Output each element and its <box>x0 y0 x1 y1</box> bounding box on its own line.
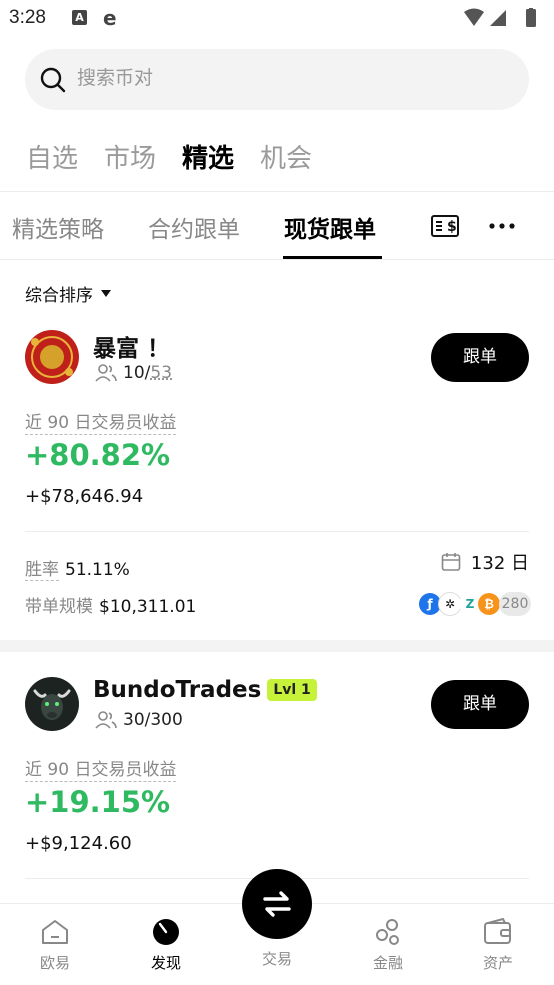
pnl-amount: +$78,646.94 <box>25 486 143 507</box>
finance-icon <box>373 918 403 946</box>
home-icon <box>40 918 70 946</box>
search-bar[interactable] <box>25 49 529 110</box>
follower-value: 30/300 <box>123 710 183 730</box>
coin-count: 280 <box>499 592 531 616</box>
users-icon <box>95 363 117 383</box>
level-badge: Lvl 1 <box>267 679 316 701</box>
users-icon <box>95 710 117 730</box>
follower-count: 30/300 <box>95 710 183 730</box>
status-time: 3:28 <box>9 7 46 29</box>
win-rate-value: 51.11% <box>65 560 130 580</box>
nav-assets-label: 资产 <box>458 952 538 973</box>
more-icon[interactable] <box>489 222 515 230</box>
swap-icon <box>259 886 295 922</box>
pnl-label: 近 90 日交易员收益 <box>25 408 176 435</box>
browser-notification-icon: e <box>103 6 117 30</box>
sort-dropdown[interactable]: 综合排序 <box>25 281 111 306</box>
trade-button[interactable] <box>242 869 312 939</box>
sort-label: 综合排序 <box>25 281 93 306</box>
bitcoin-coin-icon: ₿ <box>478 593 500 615</box>
wifi-signal-battery-icons <box>462 8 542 28</box>
aum: 带单规模 $10,311.01 <box>25 592 196 617</box>
avatar <box>25 330 79 384</box>
cash-icon[interactable]: $ <box>431 215 459 237</box>
pnl-label: 近 90 日交易员收益 <box>25 755 176 782</box>
nav-finance-label: 金融 <box>348 952 428 973</box>
pnl-percent: +19.15% <box>25 785 170 819</box>
nav-discover-label: 发现 <box>126 952 206 973</box>
nav-discover[interactable]: 发现 <box>126 918 206 973</box>
copy-trade-button[interactable]: 跟单 <box>431 333 529 382</box>
trading-days-value: 132 日 <box>471 549 529 575</box>
divider <box>0 191 554 192</box>
card-separator <box>0 640 554 652</box>
search-input[interactable] <box>77 67 477 89</box>
discover-icon <box>151 918 181 946</box>
aum-value: $10,311.01 <box>99 597 196 617</box>
trader-name[interactable]: BundoTrades <box>93 677 261 703</box>
wallet-icon <box>483 918 513 946</box>
nav-trade-label: 交易 <box>237 948 317 969</box>
nav-home[interactable]: 欧易 <box>15 918 95 973</box>
search-icon <box>39 66 67 94</box>
copy-trade-button[interactable]: 跟单 <box>431 680 529 729</box>
notification-a-icon: A <box>72 10 87 25</box>
calendar-icon <box>441 552 461 572</box>
follower-max: 53 <box>150 363 172 383</box>
pnl-percent: +80.82% <box>25 438 170 472</box>
follower-current: 10 <box>123 363 145 383</box>
pnl-amount: +$9,124.60 <box>25 833 132 854</box>
follower-count: 10/53 <box>95 363 172 383</box>
divider <box>0 259 554 260</box>
tab-futures-copy[interactable]: 合约跟单 <box>148 210 240 244</box>
tab-opportunities[interactable]: 机会 <box>260 138 312 175</box>
divider <box>25 531 529 532</box>
nav-home-label: 欧易 <box>15 952 95 973</box>
trader-name[interactable]: 暴富 ！ <box>93 329 170 363</box>
tab-featured[interactable]: 精选 <box>182 138 234 175</box>
tab-featured-strategies[interactable]: 精选策略 <box>12 210 104 244</box>
win-rate: 胜率 51.11% <box>25 555 130 580</box>
nav-assets[interactable]: 资产 <box>458 918 538 973</box>
tab-watchlist[interactable]: 自选 <box>26 138 78 175</box>
main-tabs: 自选 市场 精选 机会 <box>26 138 312 175</box>
svg-text:$: $ <box>447 219 457 235</box>
status-bar: 3:28 A e <box>0 0 554 36</box>
avatar <box>25 677 79 731</box>
win-rate-label: 胜率 <box>25 560 59 581</box>
trader-name-row: BundoTrades Lvl 1 <box>93 677 317 703</box>
trading-days: 132 日 <box>441 549 529 575</box>
tab-spot-copy[interactable]: 现货跟单 <box>284 210 376 244</box>
coin-list[interactable]: ƒ ✲ Z ₿ 280 <box>419 592 531 616</box>
nav-finance[interactable]: 金融 <box>348 918 428 973</box>
aum-label: 带单规模 <box>25 597 93 617</box>
caret-down-icon <box>101 290 111 297</box>
tab-market[interactable]: 市场 <box>104 138 156 175</box>
